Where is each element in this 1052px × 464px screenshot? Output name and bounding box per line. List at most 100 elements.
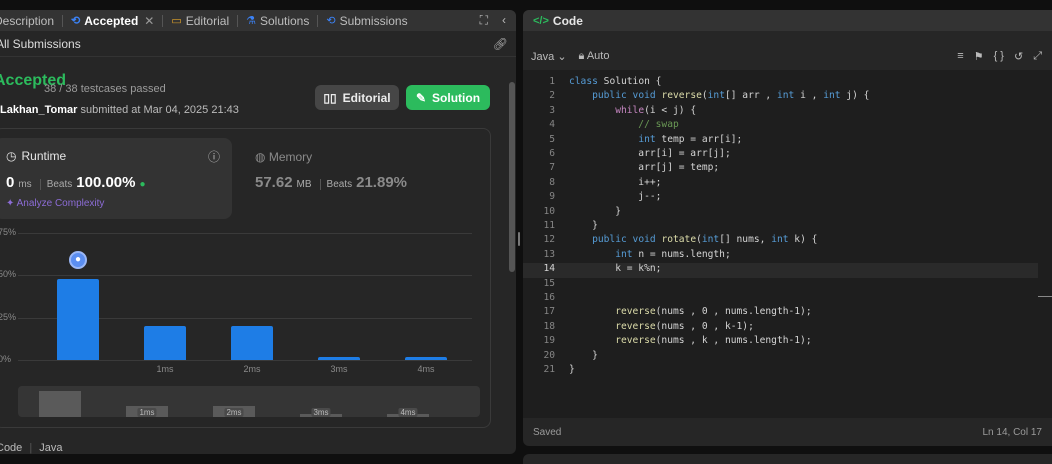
code-line[interactable]: 19 reverse(nums , k , nums.length-1); (523, 335, 1038, 349)
line-number: 9 (549, 191, 555, 203)
chart-bar[interactable] (57, 278, 99, 360)
tab-submissions[interactable]: ⟲ Submissions (318, 10, 415, 31)
solution-button[interactable]: ✎ Solution (406, 85, 490, 110)
expand-icon[interactable]: ⤢ (1033, 50, 1042, 63)
solution-button-label: Solution (432, 90, 481, 105)
grid-line (18, 360, 472, 361)
code-line[interactable]: 9 j--; (523, 191, 1038, 205)
analyze-complexity-link[interactable]: ✦ Analyze Complexity (6, 198, 104, 209)
line-number: 10 (543, 205, 555, 217)
minimap-label: 2ms (224, 408, 244, 417)
code-line[interactable]: 16 (523, 292, 1038, 306)
minimap-label: 4ms (398, 408, 418, 417)
grid-line (18, 275, 472, 277)
auto-mode-toggle[interactable]: 🔒︎ Auto (579, 50, 610, 63)
memory-title[interactable]: ◍ Memory (255, 150, 312, 164)
collapse-icon[interactable]: ‹ (502, 13, 506, 28)
edit-icon: ✎ (415, 90, 427, 105)
link-icon[interactable]: 🔗︎ (493, 37, 508, 51)
code-line[interactable]: 10 } (523, 206, 1038, 220)
code-line[interactable]: 6 arr[i] = arr[j]; (523, 148, 1038, 162)
tab-accepted-label: Accepted (84, 13, 139, 28)
code-line[interactable]: 8 i++; (523, 177, 1038, 191)
runtime-distribution-chart[interactable]: 75% 50% 25% 0% ● 1ms 2ms 3ms 4ms (0, 225, 480, 385)
chart-bar[interactable] (144, 326, 186, 360)
code-line[interactable]: 2 public void reverse(int[] arr , int i … (523, 90, 1038, 104)
code-editor[interactable]: 1 class Solution { 2 public void reverse(i… (523, 70, 1052, 418)
submission-panel: Description ⟲ Accepted ✕ ▭ Editorial ⚗ S… (0, 10, 516, 454)
tab-actions: ⛶ ‹ (480, 13, 516, 28)
code-text: arr[j] = temp; (569, 162, 720, 174)
runtime-card[interactable]: ◷ Runtime ⓘ 0 ms Beats 100.00% ● ✦ Analy… (0, 138, 232, 219)
code-line[interactable]: 17 reverse(nums , 0 , nums.length-1); (523, 306, 1038, 320)
analyze-complexity-label: Analyze Complexity (16, 198, 105, 209)
clock-icon: ◷ (6, 149, 17, 163)
code-line[interactable]: 3 while(i < j) { (523, 105, 1038, 119)
cursor-position: Ln 14, Col 17 (982, 426, 1043, 438)
y-tick-label: 75% (0, 227, 17, 237)
code-line[interactable]: 14 k = k%n; (523, 263, 1038, 278)
tab-solutions[interactable]: ⚗ Solutions (238, 10, 317, 31)
editor-scroll-marker (1038, 296, 1052, 297)
code-line[interactable]: 7 arr[j] = temp; (523, 162, 1038, 176)
leaf-icon: ● (139, 179, 146, 190)
code-text: k = k%n; (569, 263, 662, 275)
x-tick-label: 2ms (243, 364, 261, 374)
format-icon[interactable]: ≡ (957, 50, 963, 63)
chart-bar[interactable] (318, 356, 360, 360)
line-number: 7 (549, 162, 555, 174)
tab-accepted[interactable]: ⟲ Accepted ✕ (63, 10, 162, 31)
maximize-icon[interactable]: ⛶ (480, 13, 488, 28)
chart-bar[interactable] (231, 326, 273, 360)
code-line[interactable]: 13 int n = nums.length; (523, 249, 1038, 263)
code-line[interactable]: 11 } (523, 220, 1038, 234)
editorial-button[interactable]: ▯▯ Editorial (315, 85, 399, 110)
code-text: int temp = arr[i]; (638, 133, 743, 145)
code-line[interactable]: 18 reverse(nums , 0 , k-1); (523, 321, 1038, 335)
code-text: } (569, 205, 621, 217)
y-tick-label: 50% (0, 269, 17, 280)
code-header: </> Code (523, 10, 1052, 31)
braces-icon[interactable]: { } (994, 50, 1004, 63)
runtime-unit: ms (18, 179, 32, 190)
code-line[interactable]: 12 public void rotate(int[] nums, int k)… (523, 234, 1038, 248)
bookmark-icon[interactable]: ⚑ (974, 50, 984, 63)
all-submissions-link[interactable]: All Submissions (0, 37, 81, 51)
chart-bar[interactable] (405, 356, 447, 360)
reset-icon[interactable]: ↺ (1014, 50, 1023, 63)
close-icon[interactable]: ✕ (144, 14, 154, 28)
chart-minimap[interactable]: 1ms 2ms 3ms 4ms (18, 386, 480, 417)
line-number: 4 (549, 119, 555, 131)
line-number: 14 (543, 263, 555, 275)
line-number: 15 (543, 277, 555, 289)
language-select[interactable]: Java ⌄ (531, 50, 567, 63)
scrollbar[interactable] (508, 70, 516, 440)
line-number: 1 (549, 76, 555, 87)
scrollbar-thumb[interactable] (509, 82, 515, 272)
x-tick-label: 3ms (330, 364, 348, 374)
y-tick-label: 0% (0, 354, 12, 364)
code-text: class Solution { (569, 76, 662, 87)
code-line[interactable]: 20 } (523, 350, 1038, 364)
panel-resize-handle[interactable] (518, 232, 520, 246)
editor-actions: ≡ ⚑ { } ↺ ⤢ (957, 50, 1042, 63)
tab-editorial[interactable]: ▭ Editorial (163, 10, 237, 31)
line-number: 5 (549, 133, 555, 145)
code-line[interactable]: 21} (523, 364, 1038, 378)
code-text: reverse(nums , 0 , k-1); (615, 320, 754, 332)
minimap-label: 3ms (311, 408, 331, 417)
code-line[interactable]: 5 int temp = arr[i]; (523, 134, 1038, 148)
code-line[interactable]: 15 (523, 278, 1038, 292)
info-icon[interactable]: ⓘ (208, 148, 220, 165)
code-text: arr[i] = arr[j]; (569, 148, 731, 159)
submitter-username[interactable]: Lakhan_Tomar (0, 104, 77, 116)
tab-description[interactable]: Description (0, 10, 62, 31)
minimap-label: 1ms (137, 408, 157, 417)
code-line[interactable]: 4 // swap (523, 119, 1038, 133)
runtime-label: Runtime (21, 149, 67, 163)
line-number: 13 (543, 248, 555, 260)
code-line[interactable]: 1 class Solution { (523, 76, 1038, 90)
line-number: 8 (549, 176, 555, 188)
